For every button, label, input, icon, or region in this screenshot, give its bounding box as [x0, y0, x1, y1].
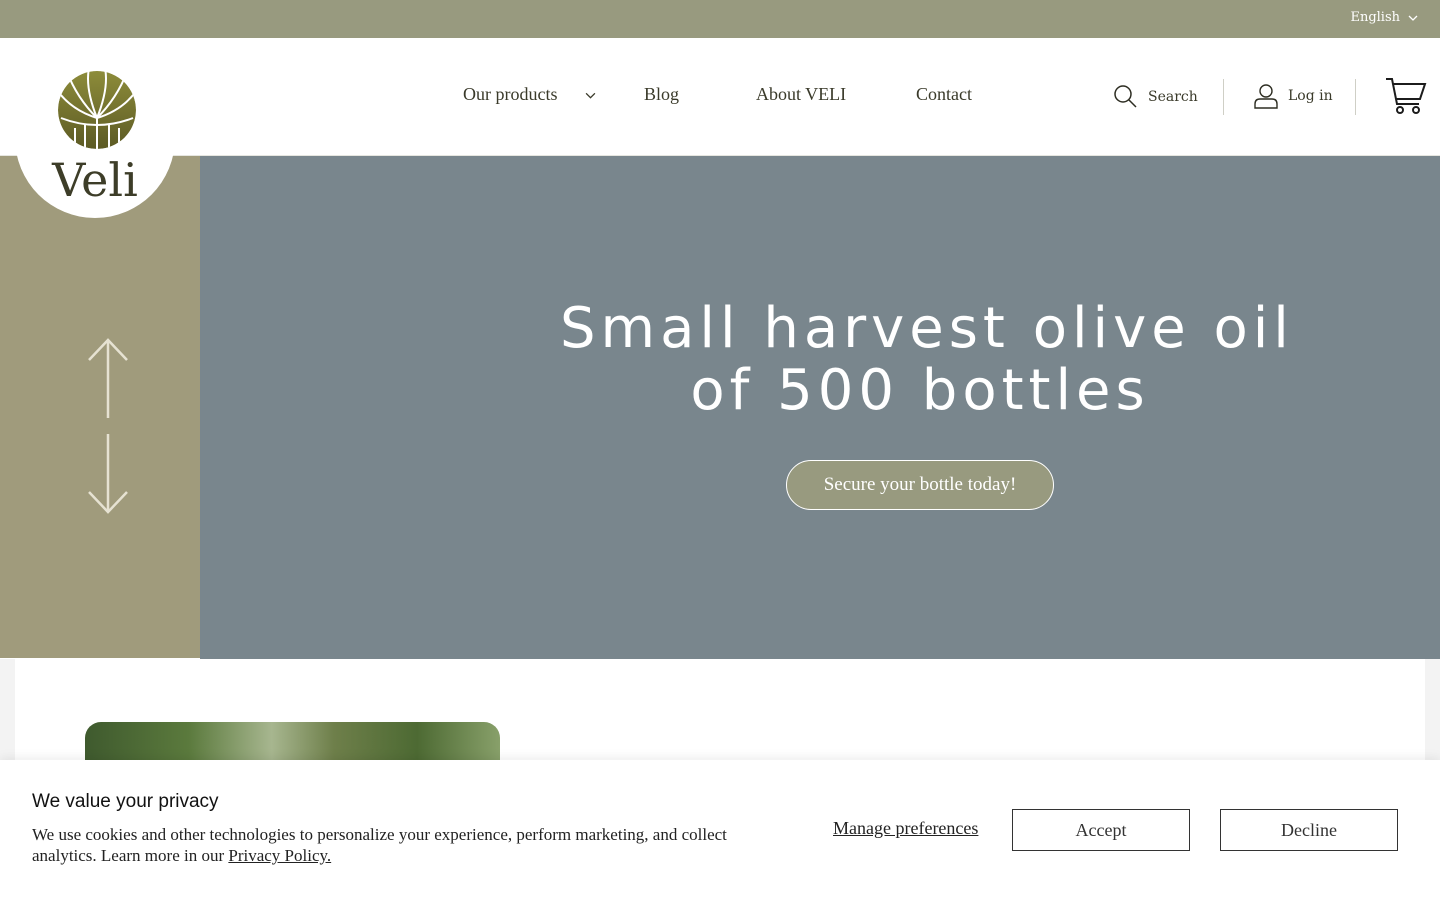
search-label: Search: [1148, 88, 1198, 105]
accept-button[interactable]: Accept: [1012, 809, 1190, 851]
login-button[interactable]: Log in: [1254, 83, 1333, 109]
language-selector[interactable]: English: [1350, 10, 1418, 25]
user-icon: [1254, 84, 1278, 109]
chevron-down-icon: [1408, 15, 1418, 21]
language-label: English: [1350, 10, 1400, 25]
site-header: Our products Blog About VELI Contact Sea…: [0, 38, 1440, 156]
arrow-down-icon[interactable]: [86, 434, 130, 516]
hero-title-line-2: of 500 bottles: [690, 358, 1150, 423]
veli-logo[interactable]: Veli: [15, 58, 175, 218]
nav-item-our-products[interactable]: Our products: [463, 84, 557, 105]
privacy-policy-link[interactable]: Privacy Policy.: [228, 846, 331, 865]
arrow-up-icon[interactable]: [86, 338, 130, 420]
nav-item-contact[interactable]: Contact: [916, 84, 972, 105]
logo-wordmark: Veli: [51, 153, 138, 207]
cart-icon: [1386, 78, 1427, 114]
slider-arrows: [86, 338, 130, 516]
login-label: Log in: [1288, 88, 1333, 104]
manage-preferences-link[interactable]: Manage preferences: [833, 818, 978, 839]
hero-title: Small harvest olive oil of 500 bottles: [560, 296, 1294, 423]
secure-bottle-button[interactable]: Secure your bottle today!: [786, 460, 1054, 510]
nav-item-about[interactable]: About VELI: [756, 84, 846, 105]
cookie-banner: We value your privacy We use cookies and…: [0, 760, 1440, 900]
cart-button[interactable]: [1385, 77, 1427, 119]
chevron-down-icon[interactable]: [585, 90, 596, 101]
announcement-bar: English: [0, 0, 1440, 38]
search-icon: [1114, 85, 1137, 108]
cookie-title: We value your privacy: [32, 791, 219, 812]
cookie-description: We use cookies and other technologies to…: [32, 824, 732, 866]
divider: [1355, 79, 1356, 115]
cookie-text: We use cookies and other technologies to…: [32, 825, 727, 865]
divider: [1223, 79, 1224, 115]
decline-button[interactable]: Decline: [1220, 809, 1398, 851]
hero-title-line-1: Small harvest olive oil: [560, 296, 1294, 361]
olive-tree-logo-icon: Veli: [51, 71, 138, 207]
search-button[interactable]: Search: [1113, 84, 1198, 109]
nav-item-blog[interactable]: Blog: [644, 84, 679, 105]
